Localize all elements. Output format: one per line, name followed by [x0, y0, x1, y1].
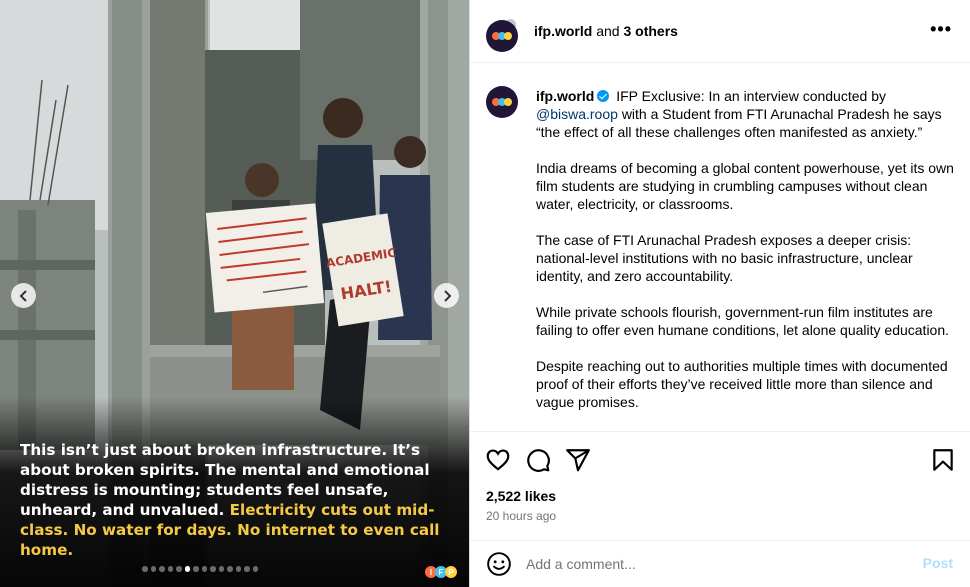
- carousel-dot[interactable]: [210, 566, 216, 572]
- caption-paragraph: Despite reaching out to authorities mult…: [536, 358, 948, 410]
- caption-paragraph: The case of FTI Arunachal Pradesh expose…: [536, 232, 913, 284]
- emoji-icon[interactable]: [486, 551, 512, 577]
- share-send-icon[interactable]: [565, 447, 591, 473]
- likes-count[interactable]: 2,522 likes: [486, 488, 556, 504]
- caption-paragraph: While private schools flourish, governme…: [536, 304, 950, 338]
- caption-intro-1: IFP Exclusive: In an interview conducted…: [616, 88, 886, 104]
- carousel-dot[interactable]: [142, 566, 148, 572]
- next-slide-button[interactable]: [434, 283, 459, 308]
- post-media[interactable]: ACADEMIC HALT! This isn’t just about bro…: [0, 0, 469, 587]
- carousel-dot[interactable]: [159, 566, 165, 572]
- ifp-watermark-logo: I F P: [425, 566, 457, 578]
- carousel-dot[interactable]: [201, 566, 207, 572]
- carousel-dot[interactable]: [184, 566, 190, 572]
- carousel-dot[interactable]: [176, 566, 182, 572]
- post-header-title: ifp.world and 3 others: [534, 23, 678, 39]
- previous-slide-button[interactable]: [11, 283, 36, 308]
- carousel-dots: [142, 566, 258, 572]
- header-others-link[interactable]: 3 others: [623, 23, 677, 39]
- caption-username[interactable]: ifp.world: [536, 88, 594, 104]
- media-caption: This isn’t just about broken infrastruct…: [20, 440, 440, 561]
- carousel-dot[interactable]: [150, 566, 156, 572]
- caption-avatar[interactable]: [486, 86, 518, 118]
- avatar[interactable]: [486, 20, 518, 52]
- caption-paragraph: India dreams of becoming a global conten…: [536, 160, 954, 212]
- chevron-right-icon: [443, 289, 451, 302]
- chevron-left-icon: [19, 289, 27, 302]
- post-actions: 2,522 likes 20 hours ago: [470, 431, 970, 540]
- post-detail-panel: ifp.world and 3 others ••• ifp.world IFP…: [469, 0, 970, 587]
- add-comment-bar: Post: [470, 540, 970, 587]
- post-timestamp[interactable]: 20 hours ago: [486, 509, 556, 523]
- save-bookmark-icon[interactable]: [930, 447, 956, 473]
- carousel-dot[interactable]: [227, 566, 233, 572]
- comment-input[interactable]: [526, 552, 906, 576]
- mention-link[interactable]: @biswa.roop: [536, 106, 618, 122]
- comment-bubble-icon[interactable]: [525, 447, 551, 473]
- more-options-icon[interactable]: •••: [930, 20, 952, 38]
- post-caption: ifp.world IFP Exclusive: In an interview…: [470, 64, 970, 430]
- post-comment-button[interactable]: Post: [923, 555, 953, 571]
- caption-body: ifp.world IFP Exclusive: In an interview…: [536, 87, 960, 429]
- carousel-dot[interactable]: [167, 566, 173, 572]
- header-username[interactable]: ifp.world: [534, 23, 592, 39]
- header-joiner: and: [596, 23, 620, 39]
- post-header: ifp.world and 3 others •••: [470, 0, 970, 63]
- carousel-dot[interactable]: [252, 566, 258, 572]
- carousel-dot[interactable]: [235, 566, 241, 572]
- verified-badge-icon: [597, 90, 610, 102]
- like-heart-icon[interactable]: [485, 447, 511, 473]
- carousel-dot[interactable]: [244, 566, 250, 572]
- carousel-dot[interactable]: [218, 566, 224, 572]
- carousel-dot[interactable]: [193, 566, 199, 572]
